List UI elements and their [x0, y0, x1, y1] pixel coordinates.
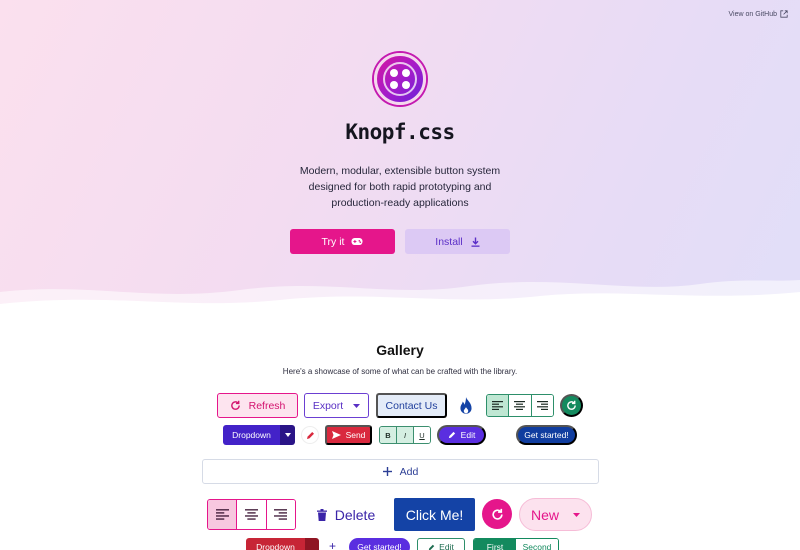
new-label: New	[530, 506, 559, 523]
pencil-icon	[448, 431, 455, 439]
contact-us-button[interactable]: Contact Us	[376, 393, 447, 418]
align-right-button[interactable]	[531, 395, 553, 416]
hero-wave	[0, 280, 800, 322]
get-started-button[interactable]: Get started!	[516, 425, 577, 445]
italic-button[interactable]: I	[397, 427, 414, 443]
gallery-title: Gallery	[376, 342, 424, 358]
view-on-github-link[interactable]: View on GitHub	[728, 10, 788, 18]
text-format-group: B I U	[379, 426, 431, 444]
plus-icon[interactable]: +	[329, 539, 339, 550]
contact-us-label: Contact Us	[385, 399, 438, 412]
dropdown-red-split-button[interactable]: Dropdown	[246, 538, 319, 550]
button-icon	[383, 62, 417, 96]
first-option[interactable]: First	[474, 539, 516, 550]
align-center-button[interactable]	[237, 500, 267, 529]
align-center-button[interactable]	[509, 395, 532, 416]
caret-down-icon	[284, 433, 291, 437]
text-align-group-pink	[207, 499, 296, 530]
knopf-logo	[374, 53, 426, 105]
install-label: Install	[435, 235, 463, 248]
export-dropdown-button[interactable]: Export	[304, 393, 369, 418]
github-link-label: View on GitHub	[728, 10, 777, 18]
send-icon	[331, 431, 341, 439]
refresh-icon	[491, 508, 503, 520]
add-button[interactable]: Add	[202, 459, 599, 484]
first-second-toggle: First Second	[473, 538, 559, 550]
text-align-group	[486, 394, 554, 417]
dropdown-label[interactable]: Dropdown	[223, 425, 280, 445]
pencil-icon	[428, 544, 435, 550]
download-icon	[471, 237, 480, 247]
new-dropdown-button[interactable]: New	[519, 498, 592, 531]
tagline: Modern, modular, extensible button syste…	[299, 165, 501, 209]
delete-button[interactable]: Delete	[311, 499, 381, 530]
gamepad-icon	[351, 238, 363, 245]
try-it-label: Try it	[321, 235, 345, 248]
dropdown-toggle[interactable]	[305, 538, 319, 550]
align-right-button[interactable]	[266, 500, 295, 529]
plus-icon	[382, 467, 392, 476]
install-button[interactable]: Install	[405, 229, 510, 254]
edit-pill-button[interactable]: Edit	[437, 425, 486, 445]
refresh-icon	[567, 400, 576, 410]
bold-button[interactable]: B	[380, 427, 397, 443]
get-started-purple-button[interactable]: Get started!	[349, 538, 410, 550]
align-left-icon	[215, 509, 229, 520]
align-left-button[interactable]	[487, 395, 510, 416]
trash-icon	[316, 508, 327, 521]
dropdown-label[interactable]: Dropdown	[246, 538, 305, 550]
refresh-round-button[interactable]	[560, 394, 583, 417]
send-button[interactable]: Send	[325, 425, 372, 445]
refresh-icon	[230, 400, 240, 410]
caret-down-icon	[573, 512, 580, 517]
caret-down-icon	[353, 403, 361, 408]
refresh-label: Refresh	[248, 399, 286, 412]
get-started-label: Get started!	[357, 542, 402, 550]
external-link-icon	[780, 10, 788, 18]
edit-label: Edit	[439, 542, 454, 550]
try-it-button[interactable]: Try it	[290, 229, 395, 254]
align-right-icon	[274, 509, 288, 520]
refresh-button[interactable]: Refresh	[217, 393, 298, 418]
align-center-icon	[244, 509, 258, 520]
second-option[interactable]: Second	[516, 539, 558, 550]
pencil-button[interactable]	[301, 426, 319, 444]
page-title: Knopf.css	[345, 120, 455, 144]
pencil-icon	[306, 431, 314, 439]
underline-button[interactable]: U	[414, 427, 430, 443]
export-label: Export	[312, 399, 344, 412]
align-left-button[interactable]	[208, 500, 238, 529]
get-started-label: Get started!	[524, 430, 569, 440]
send-label: Send	[345, 430, 366, 440]
edit-label: Edit	[460, 430, 476, 440]
edit-outline-button[interactable]: Edit	[417, 538, 465, 550]
fire-icon[interactable]	[457, 396, 475, 416]
dropdown-toggle[interactable]	[280, 425, 295, 445]
delete-label: Delete	[334, 506, 376, 523]
click-me-button[interactable]: Click Me!	[394, 498, 475, 531]
dropdown-split-button[interactable]: Dropdown	[223, 425, 295, 445]
align-left-icon	[492, 401, 504, 410]
refresh-pink-button[interactable]	[482, 499, 512, 529]
gallery-subtitle: Here's a showcase of some of what can be…	[282, 367, 518, 376]
align-center-icon	[514, 401, 526, 410]
align-right-icon	[536, 401, 548, 410]
click-me-label: Click Me!	[405, 506, 464, 523]
add-label: Add	[399, 465, 419, 478]
